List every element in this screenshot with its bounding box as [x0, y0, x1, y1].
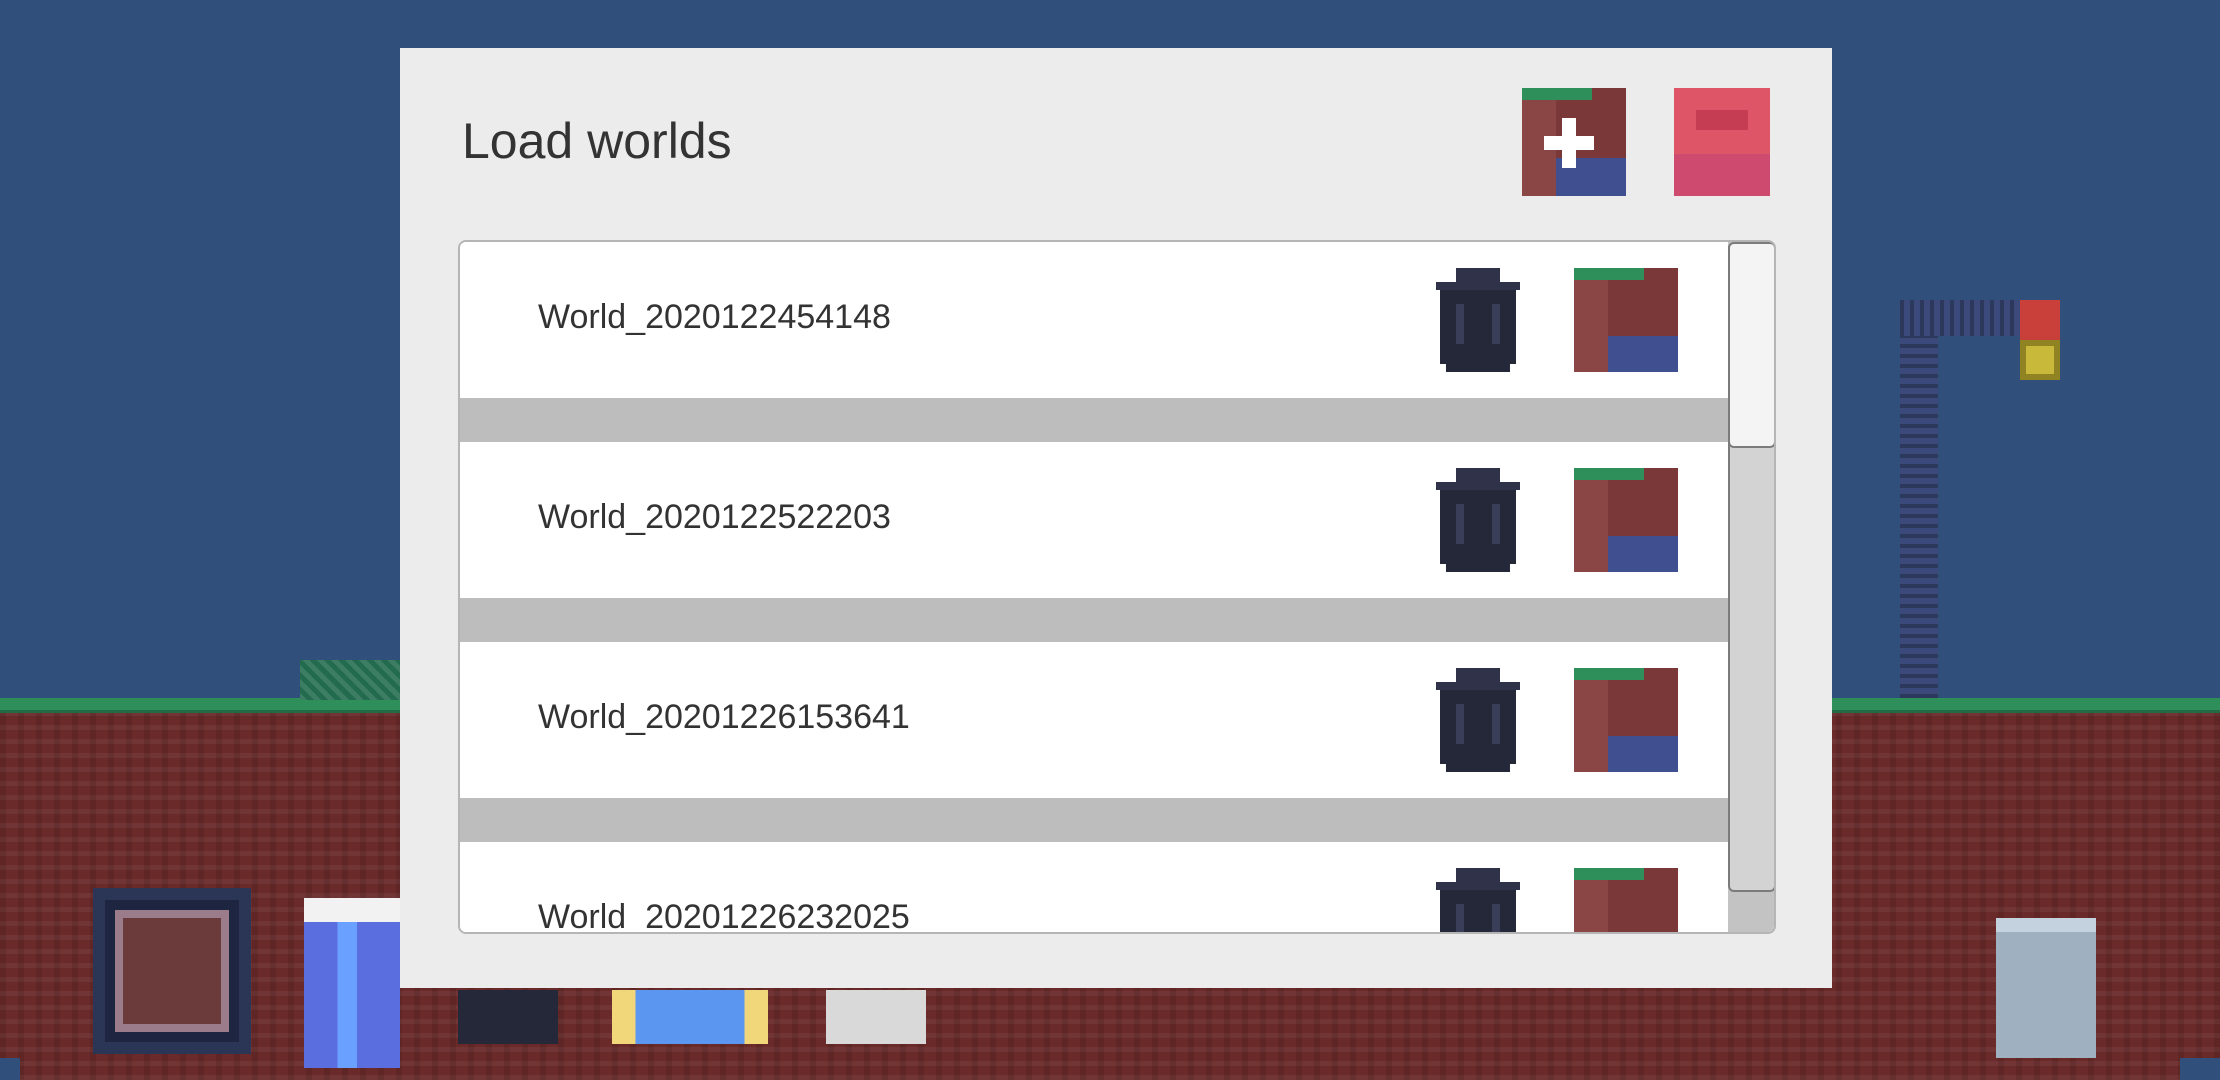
hotbar-item-bucket-icon[interactable]	[304, 898, 400, 1068]
new-world-icon	[1522, 88, 1626, 196]
load-world-button[interactable]	[1574, 268, 1678, 372]
load-world-button[interactable]	[1574, 468, 1678, 572]
selected-item-icon	[115, 910, 229, 1032]
hotbar-item-white-icon[interactable]	[826, 990, 926, 1044]
trash-can-icon	[1436, 468, 1520, 572]
trash-can-icon	[1436, 668, 1520, 772]
street-lamp-pole	[1900, 300, 1938, 698]
world-row[interactable]: World_2020122454148	[460, 242, 1728, 398]
close-icon	[1674, 88, 1770, 196]
scrollbar-thumb[interactable]	[1728, 242, 1774, 448]
trash-bin-icon[interactable]	[1996, 918, 2096, 1058]
dialog-title: Load worlds	[462, 113, 732, 169]
delete-world-button[interactable]	[1426, 668, 1530, 772]
hotbar-item-yellow-icon[interactable]	[612, 990, 768, 1044]
world-name: World_2020122522203	[538, 498, 891, 536]
game-scene: Load worlds World_2020122454148 World_20…	[0, 0, 2220, 1080]
delete-world-button[interactable]	[1426, 268, 1530, 372]
world-tile-icon	[1574, 868, 1678, 932]
load-world-button[interactable]	[1574, 868, 1678, 932]
world-row[interactable]: World_2020122522203	[460, 442, 1728, 598]
bush-block	[300, 660, 400, 700]
trash-can-icon	[1436, 268, 1520, 372]
row-separator	[460, 798, 1728, 842]
world-list: World_2020122454148 World_2020122522203 …	[460, 242, 1728, 934]
row-separator	[460, 598, 1728, 642]
street-lamp-arm	[1900, 300, 2020, 336]
hotbar-item-dark-icon[interactable]	[458, 990, 558, 1044]
delete-world-button[interactable]	[1426, 468, 1530, 572]
world-list-panel[interactable]: World_2020122454148 World_2020122522203 …	[458, 240, 1776, 934]
new-world-button[interactable]	[1522, 88, 1626, 196]
world-tile-icon	[1574, 268, 1678, 372]
load-world-button[interactable]	[1574, 668, 1678, 772]
lamp-yellow-block	[2020, 340, 2060, 380]
close-button[interactable]	[1674, 88, 1770, 196]
vertical-scrollbar[interactable]	[1728, 242, 1774, 932]
trash-can-icon	[1436, 868, 1520, 932]
row-separator	[460, 398, 1728, 442]
world-name: World_20201226232025	[538, 898, 910, 934]
world-tile-icon	[1574, 468, 1678, 572]
corner-bottom-right	[2180, 1058, 2220, 1080]
world-row[interactable]: World_20201226232025	[460, 842, 1728, 934]
lamp-red-block	[2020, 300, 2060, 340]
world-row[interactable]: World_20201226153641	[460, 642, 1728, 798]
load-worlds-dialog: Load worlds World_2020122454148 World_20…	[400, 48, 1832, 988]
corner-bottom-left	[0, 1058, 20, 1080]
hotbar-selected-slot[interactable]	[93, 888, 251, 1054]
delete-world-button[interactable]	[1426, 868, 1530, 932]
world-name: World_20201226153641	[538, 698, 910, 736]
world-tile-icon	[1574, 668, 1678, 772]
world-name: World_2020122454148	[538, 298, 891, 336]
